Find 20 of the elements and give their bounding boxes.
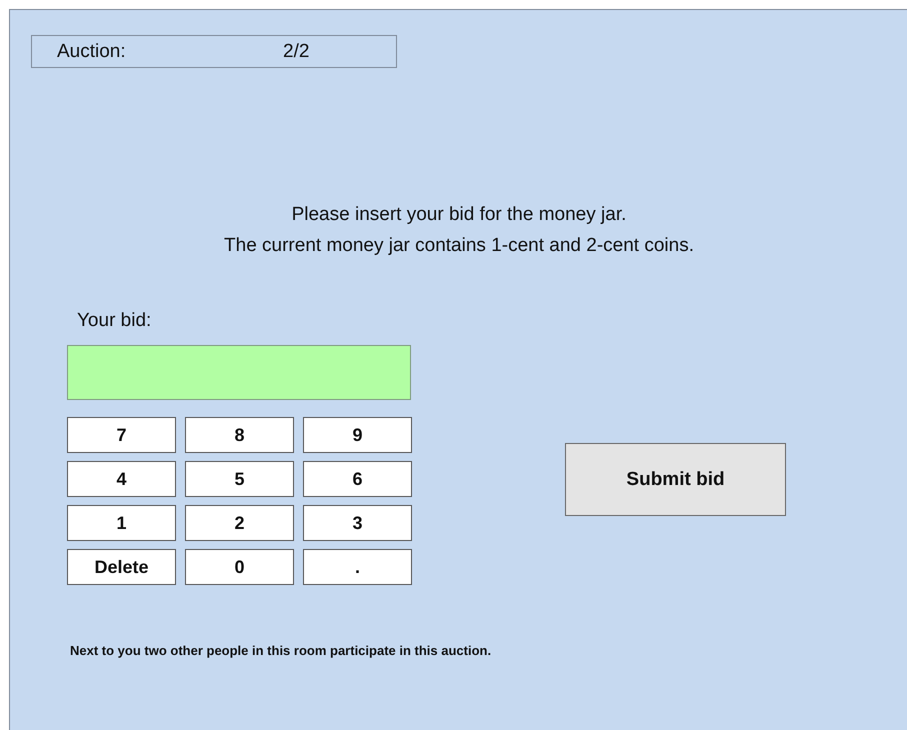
keypad-button[interactable]: . (303, 549, 412, 585)
keypad-button[interactable]: 8 (185, 417, 294, 453)
keypad-button[interactable]: 1 (67, 505, 176, 541)
keypad-button[interactable]: 5 (185, 461, 294, 497)
keypad-button[interactable]: 2 (185, 505, 294, 541)
instruction-text: Please insert your bid for the money jar. (290, 203, 628, 227)
keypad-button[interactable]: Delete (67, 549, 176, 585)
auction-label: Auction: (57, 40, 127, 62)
keypad-button[interactable]: 4 (67, 461, 176, 497)
keypad-button[interactable]: 6 (303, 461, 412, 497)
keypad-button[interactable]: 3 (303, 505, 412, 541)
keypad-button[interactable]: 9 (303, 417, 412, 453)
instruction-text: The current money jar contains 1-cent and 2-cent coins. (223, 234, 695, 258)
keypad-button[interactable]: 7 (67, 417, 176, 453)
keypad-button[interactable]: 0 (185, 549, 294, 585)
bid-input-field[interactable] (67, 345, 411, 400)
footer-note: Next to you two other people in this room participate in this auction. (70, 643, 492, 658)
submit-button[interactable]: Submit bid (565, 443, 786, 516)
auction-counter: 2/2 (283, 40, 310, 62)
bid-label: Your bid: (77, 310, 152, 332)
